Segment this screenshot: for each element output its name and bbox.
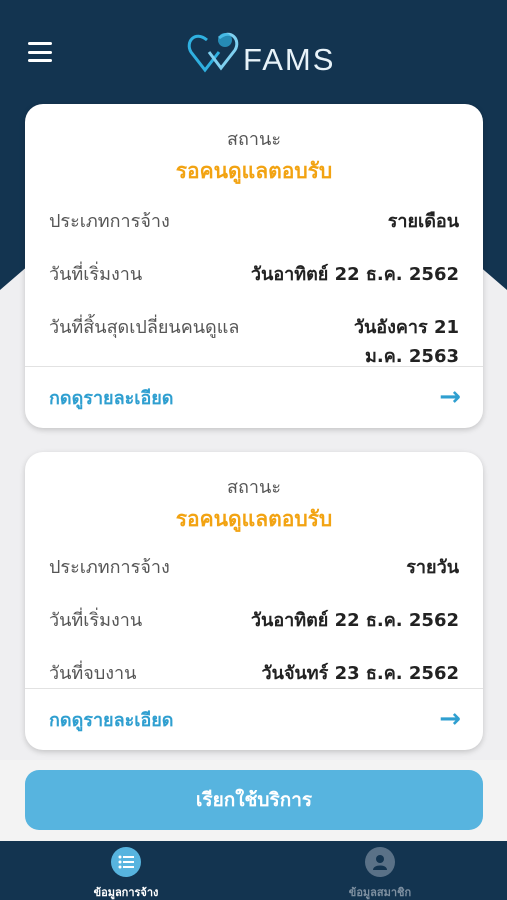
- app-logo: FAMS: [185, 30, 335, 78]
- tab-label: ข้อมูลสมาชิก: [348, 886, 412, 899]
- row-value: วันจันทร์ 23 ธ.ค. 2562: [261, 663, 459, 684]
- status-value: รอคนดูแลตอบรับ: [175, 507, 333, 531]
- row-label: วันที่เริ่มงาน: [49, 264, 143, 285]
- hearts-logo-icon: [187, 32, 239, 73]
- status-value: รอคนดูแลตอบรับ: [175, 159, 333, 183]
- row-value: วันอังคาร 21 ม.ค. 2563: [353, 317, 459, 367]
- request-service-button[interactable]: เรียกใช้บริการ: [25, 770, 483, 830]
- row-value: วันอาทิตย์ 22 ธ.ค. 2562: [250, 264, 459, 285]
- info-row: ประเภทการจ้าง รายวัน: [25, 552, 483, 581]
- row-label: ประเภทการจ้าง: [49, 557, 170, 578]
- view-details-link[interactable]: กดดูรายละเอียด →: [25, 688, 483, 750]
- info-row: วันที่จบงาน วันจันทร์ 23 ธ.ค. 2562: [25, 658, 483, 687]
- row-value: รายเดือน: [387, 211, 459, 232]
- status-label: สถานะ: [227, 477, 281, 498]
- arrow-right-icon: →: [439, 704, 461, 734]
- logo-text: FAMS: [243, 42, 336, 77]
- view-details-label: กดดูรายละเอียด: [49, 709, 174, 731]
- info-row: วันที่เริ่มงาน วันอาทิตย์ 22 ธ.ค. 2562: [25, 259, 483, 288]
- info-row: ประเภทการจ้าง รายเดือน: [25, 206, 483, 235]
- info-row: วันที่สิ้นสุดเปลี่ยนคนดูแล วันอังคาร 21 …: [25, 312, 483, 370]
- job-card: สถานะ รอคนดูแลตอบรับ ประเภทการจ้าง รายเด…: [25, 104, 483, 428]
- view-details-label: กดดูรายละเอียด: [49, 387, 174, 409]
- tab-member-info[interactable]: ข้อมูลสมาชิก: [300, 847, 460, 900]
- view-details-link[interactable]: กดดูรายละเอียด →: [25, 366, 483, 428]
- row-label: วันที่จบงาน: [49, 663, 137, 684]
- status-label: สถานะ: [227, 129, 281, 150]
- menu-button[interactable]: [28, 42, 52, 62]
- arrow-right-icon: →: [439, 382, 461, 412]
- row-label: ประเภทการจ้าง: [49, 211, 170, 232]
- list-icon: [111, 847, 141, 877]
- bottom-tab-bar: ข้อมูลการจ้าง ข้อมูลสมาชิก: [0, 841, 507, 900]
- job-card: สถานะ รอคนดูแลตอบรับ ประเภทการจ้าง รายวั…: [25, 452, 483, 750]
- user-icon: [365, 847, 395, 877]
- row-label: วันที่สิ้นสุดเปลี่ยนคนดูแล: [49, 317, 240, 338]
- tab-label: ข้อมูลการจ้าง: [93, 886, 159, 899]
- row-label: วันที่เริ่มงาน: [49, 610, 143, 631]
- tab-employment-info[interactable]: ข้อมูลการจ้าง: [46, 847, 206, 900]
- cta-area: เรียกใช้บริการ: [0, 760, 507, 842]
- row-value: วันอาทิตย์ 22 ธ.ค. 2562: [250, 610, 459, 631]
- info-row: วันที่เริ่มงาน วันอาทิตย์ 22 ธ.ค. 2562: [25, 605, 483, 634]
- hamburger-icon: [28, 42, 52, 45]
- row-value: รายวัน: [406, 557, 459, 578]
